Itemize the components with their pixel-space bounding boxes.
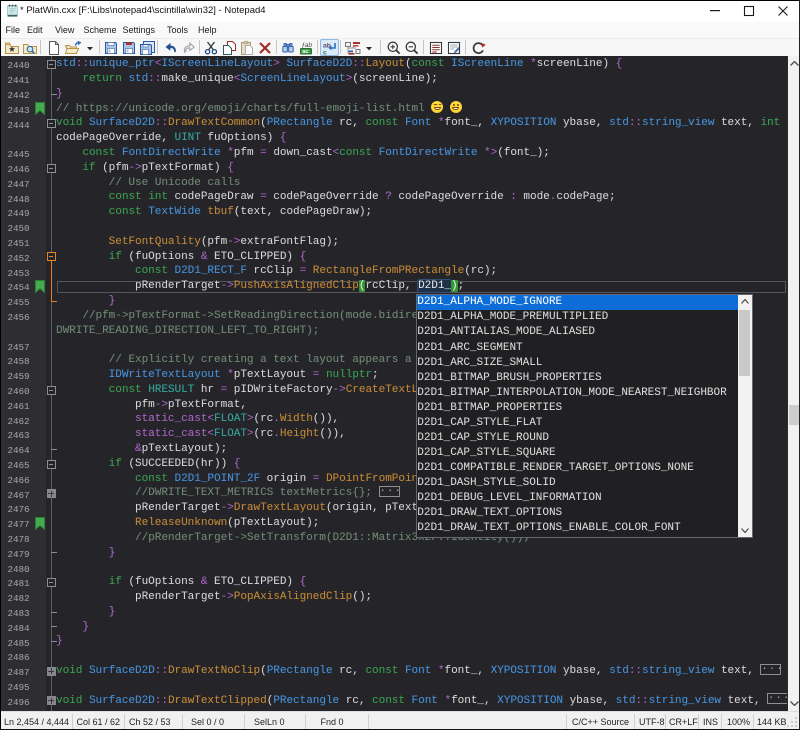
svg-text:ac: ac xyxy=(302,49,309,55)
svg-text:ƒab: ƒab xyxy=(301,41,312,48)
svg-text:c: c xyxy=(323,49,327,56)
